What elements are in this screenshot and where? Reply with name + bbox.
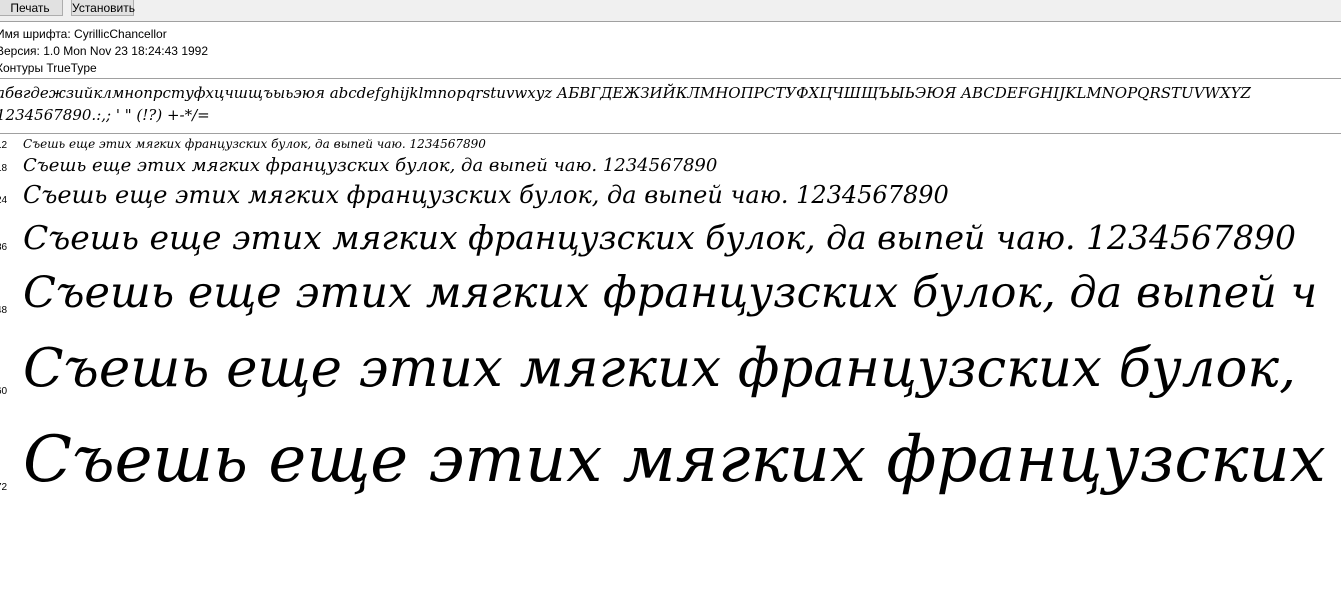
sample-60: Съешь еще этих мягких французских булок, bbox=[23, 338, 1296, 399]
charset-letters: абвгдежзийклмнопрстуфхцчшщъыьэюя abcdefg… bbox=[0, 84, 1251, 102]
sample-18: Съешь еще этих мягких французских булок,… bbox=[23, 155, 718, 176]
separator bbox=[0, 78, 1341, 79]
font-version: Версия: 1.0 Mon Nov 23 18:24:43 1992 bbox=[0, 44, 209, 58]
size-label-60: 60 bbox=[0, 386, 8, 397]
size-label-36: 36 bbox=[0, 242, 8, 253]
font-name: Имя шрифта: CyrillicChancellor bbox=[0, 27, 167, 41]
sample-36: Съешь еще этих мягких французских булок,… bbox=[23, 218, 1296, 257]
toolbar: Печать Установить bbox=[0, 0, 1341, 22]
print-button[interactable]: Печать bbox=[0, 0, 63, 16]
charset-digits-symbols: 1234567890.:,; ' " (!?) +-*/= bbox=[0, 106, 210, 124]
sample-48: Съешь еще этих мягких французских булок,… bbox=[23, 268, 1318, 318]
font-outline-type: Контуры TrueType bbox=[0, 61, 97, 75]
sample-12: Съешь еще этих мягких французских булок,… bbox=[23, 137, 486, 151]
separator bbox=[0, 133, 1341, 134]
size-label-24: 24 bbox=[0, 195, 8, 206]
install-button[interactable]: Установить bbox=[71, 0, 135, 16]
sample-72: Съешь еще этих мягких французских bbox=[23, 423, 1326, 497]
size-label-18: 18 bbox=[0, 163, 8, 174]
sample-24: Съешь еще этих мягких французских булок,… bbox=[23, 181, 949, 209]
size-label-48: 48 bbox=[0, 305, 8, 316]
size-label-72: 72 bbox=[0, 482, 8, 493]
size-label-12: 12 bbox=[0, 140, 8, 151]
